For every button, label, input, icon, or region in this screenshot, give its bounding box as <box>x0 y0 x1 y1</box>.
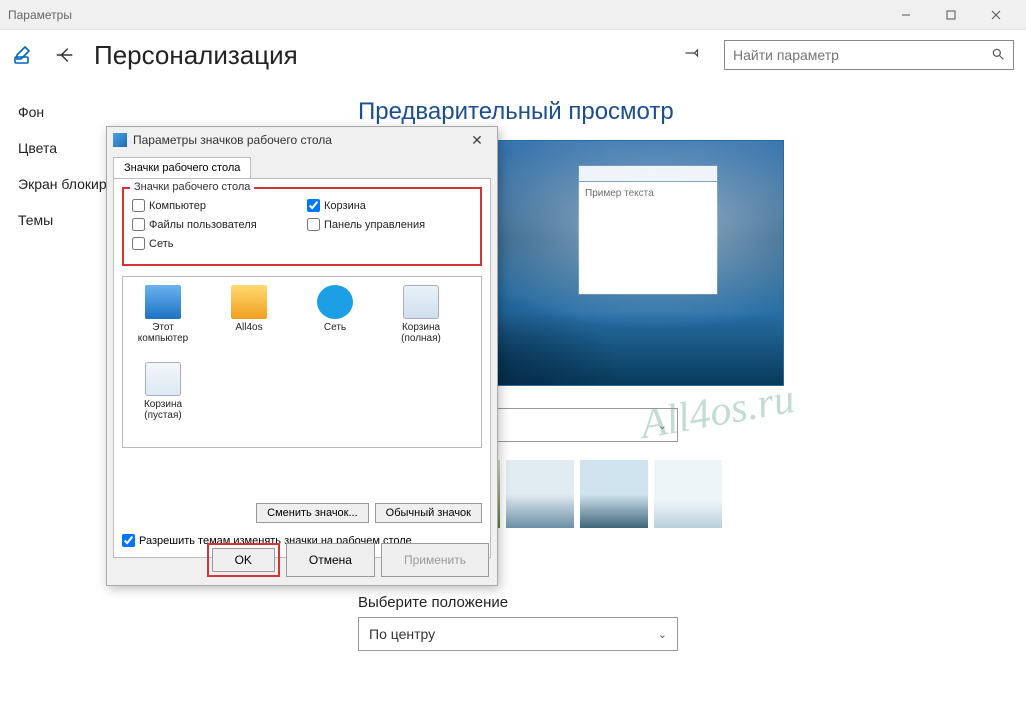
sample-text: Пример текста <box>579 182 717 205</box>
checkbox-recycle[interactable]: Корзина <box>307 199 472 212</box>
back-button[interactable] <box>50 40 80 70</box>
dialog-titlebar: Параметры значков рабочего стола ✕ <box>107 127 497 153</box>
chevron-down-icon: ⌄ <box>658 628 667 641</box>
checkbox-controlpanel-input[interactable] <box>307 218 320 231</box>
icon-this-pc[interactable]: Этот компьютер <box>131 285 195 344</box>
computer-icon <box>145 285 181 319</box>
thumbnail-3[interactable] <box>506 460 574 528</box>
sample-window: Пример текста <box>578 165 718 295</box>
desktop-icons-dialog: Параметры значков рабочего стола ✕ Значк… <box>106 126 498 586</box>
pin-icon[interactable] <box>684 44 702 67</box>
checkbox-computer-input[interactable] <box>132 199 145 212</box>
recycle-full-icon <box>403 285 439 319</box>
globe-icon <box>317 285 353 319</box>
checkbox-controlpanel[interactable]: Панель управления <box>307 218 472 231</box>
apply-button[interactable]: Применить <box>381 543 489 577</box>
checkbox-recycle-input[interactable] <box>307 199 320 212</box>
icon-all4os[interactable]: All4os <box>217 285 281 344</box>
checkbox-network-input[interactable] <box>132 237 145 250</box>
position-label: Выберите положение <box>358 594 998 611</box>
checkbox-userfiles[interactable]: Файлы пользователя <box>132 218 297 231</box>
checkbox-network[interactable]: Сеть <box>132 237 297 250</box>
recycle-empty-icon <box>145 362 181 396</box>
search-box[interactable] <box>724 40 1014 70</box>
icon-bin-full[interactable]: Корзина (полная) <box>389 285 453 344</box>
ok-highlight: OK <box>207 543 280 577</box>
icon-bin-empty[interactable]: Корзина (пустая) <box>131 362 195 421</box>
preview-heading: Предварительный просмотр <box>358 98 998 126</box>
sidebar-item-background[interactable]: Фон <box>10 94 320 130</box>
checkbox-computer[interactable]: Компьютер <box>132 199 297 212</box>
icon-preview-grid: Этот компьютер All4os Сеть Корзина (полн… <box>122 276 482 448</box>
change-icon-button[interactable]: Сменить значок... <box>256 503 369 523</box>
header: Персонализация <box>0 30 1026 80</box>
thumbnail-4[interactable] <box>580 460 648 528</box>
chevron-down-icon: ⌄ <box>658 419 667 432</box>
position-dropdown[interactable]: По центру ⌄ <box>358 617 678 651</box>
window-title: Параметры <box>8 8 72 22</box>
maximize-button[interactable] <box>928 0 973 30</box>
dialog-icon <box>113 133 127 147</box>
desktop-icons-group: Значки рабочего стола Компьютер Корзина … <box>122 187 482 266</box>
titlebar: Параметры <box>0 0 1026 30</box>
thumbnail-5[interactable] <box>654 460 722 528</box>
folder-icon <box>231 285 267 319</box>
tab-desktop-icons[interactable]: Значки рабочего стола <box>113 157 251 178</box>
checkbox-userfiles-input[interactable] <box>132 218 145 231</box>
dialog-panel: Значки рабочего стола Компьютер Корзина … <box>113 178 491 558</box>
edit-icon <box>12 43 36 67</box>
cancel-button[interactable]: Отмена <box>286 543 375 577</box>
close-button[interactable] <box>973 0 1018 30</box>
ok-button[interactable]: OK <box>212 548 275 572</box>
dialog-close-button[interactable]: ✕ <box>463 132 491 149</box>
page-title: Персонализация <box>94 40 298 71</box>
dialog-title: Параметры значков рабочего стола <box>133 133 332 147</box>
minimize-button[interactable] <box>883 0 928 30</box>
search-input[interactable] <box>733 47 991 63</box>
position-value: По центру <box>369 626 435 642</box>
default-icon-button[interactable]: Обычный значок <box>375 503 482 523</box>
allow-themes-input[interactable] <box>122 534 135 547</box>
group-legend: Значки рабочего стола <box>130 181 254 193</box>
search-icon <box>991 47 1005 64</box>
icon-network[interactable]: Сеть <box>303 285 367 344</box>
